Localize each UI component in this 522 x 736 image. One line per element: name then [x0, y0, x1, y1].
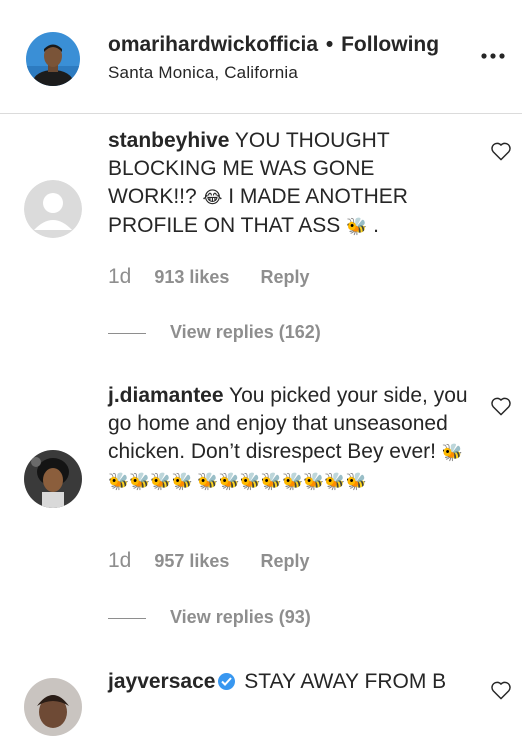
profile-avatar[interactable]	[26, 32, 80, 86]
reply-button[interactable]: Reply	[260, 551, 309, 571]
header-username[interactable]: omarihardwickofficia	[108, 33, 318, 56]
comment-likes[interactable]: 957 likes	[154, 551, 229, 571]
comment-username[interactable]: jayversace	[108, 670, 215, 693]
view-replies-button[interactable]: View replies (93)	[108, 607, 311, 628]
heart-icon[interactable]	[490, 141, 512, 161]
more-options-icon[interactable]	[480, 50, 506, 62]
heart-icon[interactable]	[490, 680, 512, 700]
following-button[interactable]: Following	[341, 33, 439, 56]
verified-badge-icon	[218, 673, 236, 690]
default-avatar-icon[interactable]	[24, 180, 82, 238]
comment-age[interactable]: 1d	[108, 549, 131, 572]
comment-emoji: 😂	[202, 188, 223, 207]
comment-text: stanbeyhive YOU THOUGHT BLOCKING ME WAS …	[108, 127, 466, 241]
replies-divider	[108, 332, 146, 334]
comment-likes[interactable]: 913 likes	[154, 267, 229, 287]
comment-text: j.diamantee You picked your side, you go…	[108, 382, 470, 496]
comment-username[interactable]: j.diamantee	[108, 384, 224, 407]
comment-meta: 1d 913 likes Reply	[108, 265, 310, 289]
commenter-avatar[interactable]	[24, 678, 82, 736]
reply-button[interactable]: Reply	[260, 267, 309, 287]
view-replies-button[interactable]: View replies (162)	[108, 322, 321, 343]
header-separator: •	[325, 33, 334, 56]
replies-divider	[108, 617, 146, 619]
view-replies-label: View replies (162)	[170, 322, 321, 342]
comment-emoji: 🐝	[346, 217, 368, 236]
comment-text: jayversace STAY AWAY FROM B	[108, 668, 488, 696]
comment-username[interactable]: stanbeyhive	[108, 129, 229, 152]
comment-meta: 1d 957 likes Reply	[108, 549, 310, 573]
comment-body-part3: .	[373, 214, 379, 237]
comment-age[interactable]: 1d	[108, 265, 131, 288]
heart-icon[interactable]	[490, 396, 512, 416]
view-replies-label: View replies (93)	[170, 607, 311, 627]
post-location[interactable]: Santa Monica, California	[108, 63, 298, 83]
commenter-avatar[interactable]	[24, 450, 82, 508]
post-header: omarihardwickofficia • Following Santa M…	[0, 0, 522, 114]
header-title: omarihardwickofficia • Following	[108, 33, 439, 57]
comment-body: STAY AWAY FROM B	[244, 670, 447, 693]
